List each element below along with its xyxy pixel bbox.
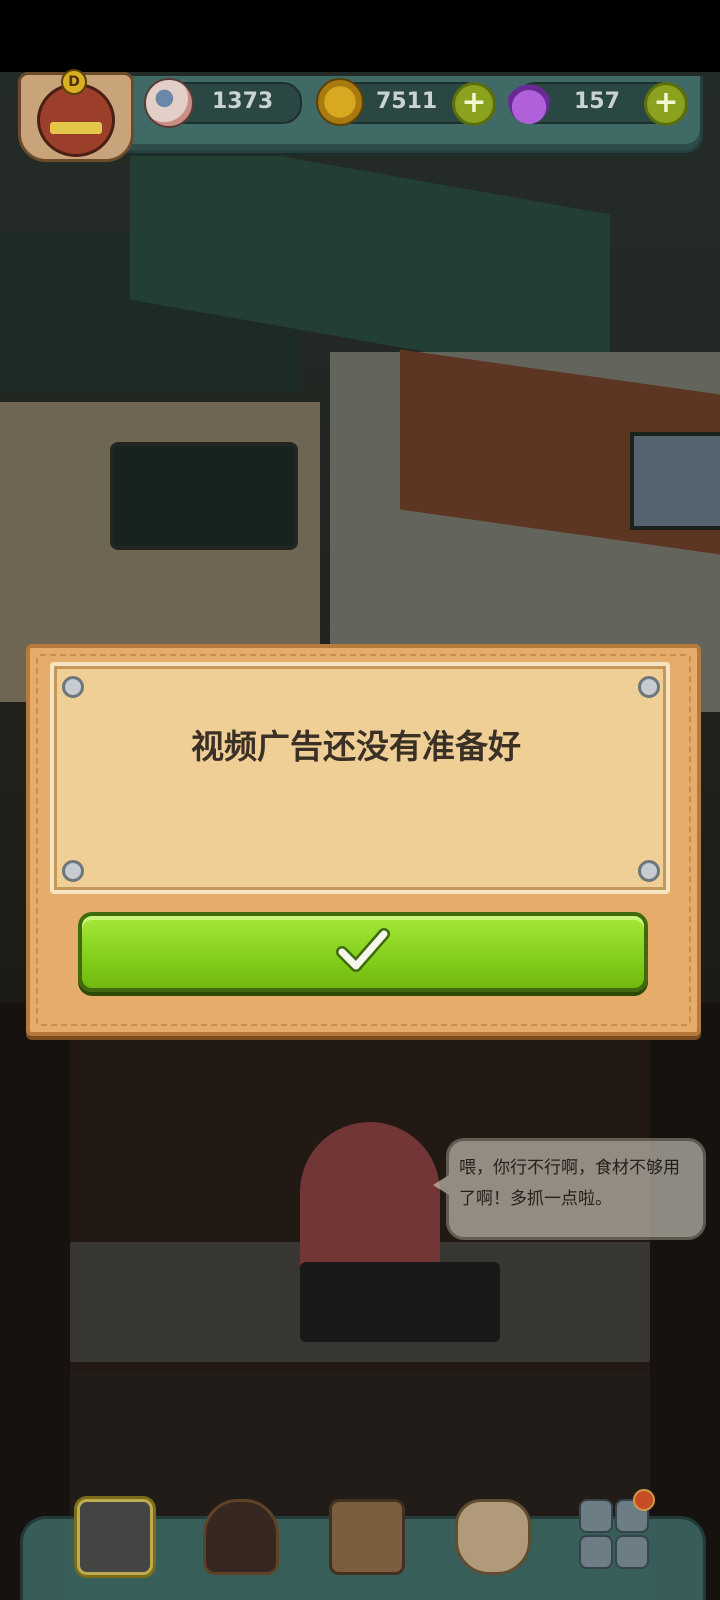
nav-furnace-button[interactable] bbox=[195, 1489, 281, 1579]
avatar-teeth bbox=[50, 122, 102, 134]
player-badge[interactable]: D bbox=[18, 69, 134, 162]
confirm-button[interactable] bbox=[78, 912, 648, 992]
add-potions-button[interactable]: + bbox=[644, 82, 688, 126]
eyeball-count: 1373 bbox=[212, 89, 274, 114]
bottom-nav bbox=[20, 1489, 706, 1600]
add-coins-button[interactable]: + bbox=[452, 82, 496, 126]
rivet-bottom-right bbox=[638, 860, 660, 882]
checkmark-icon bbox=[336, 928, 390, 972]
potion-count: 157 bbox=[574, 89, 620, 114]
money-bag-icon bbox=[455, 1499, 531, 1575]
notification-dot bbox=[633, 1489, 655, 1511]
grid-cell bbox=[615, 1535, 649, 1569]
furnace-icon bbox=[203, 1499, 279, 1575]
grid-cell bbox=[579, 1499, 613, 1533]
status-bar bbox=[0, 0, 720, 72]
potion-icon bbox=[508, 76, 550, 124]
npc-speech-text: 喂，你行不行啊，食材不够用了啊！多抓一点啦。 bbox=[459, 1158, 680, 1209]
rivet-top-right bbox=[638, 676, 660, 698]
rivet-bottom-left bbox=[62, 860, 84, 882]
rivet-top-left bbox=[62, 676, 84, 698]
coin-icon bbox=[316, 78, 364, 126]
nav-menu-button[interactable] bbox=[571, 1489, 657, 1579]
nav-bag-button[interactable] bbox=[447, 1489, 533, 1579]
speech-bubble-tail bbox=[433, 1175, 449, 1195]
game-screen: 1373 7511 + 157 + D 视频广告还没有准备好 喂，你行不行啊，食… bbox=[0, 0, 720, 1600]
recipe-book-icon bbox=[329, 1499, 405, 1575]
speech-bubble: 喂，你行不行啊，食材不够用了啊！多抓一点啦。 bbox=[433, 1138, 706, 1240]
nav-book-button[interactable] bbox=[321, 1489, 407, 1579]
ad-not-ready-dialog: 视频广告还没有准备好 bbox=[26, 644, 701, 1036]
level-letter: D bbox=[61, 69, 87, 95]
paper-panel bbox=[50, 662, 670, 894]
grid-cell bbox=[579, 1535, 613, 1569]
dialog-message: 视频广告还没有准备好 bbox=[191, 727, 521, 766]
plus-icon: + bbox=[653, 85, 679, 120]
coin-count: 7511 bbox=[376, 89, 438, 114]
plus-icon: + bbox=[461, 85, 487, 120]
nav-shop-button[interactable] bbox=[69, 1489, 155, 1579]
shop-icon bbox=[77, 1499, 153, 1575]
eyeball-icon bbox=[144, 78, 194, 128]
